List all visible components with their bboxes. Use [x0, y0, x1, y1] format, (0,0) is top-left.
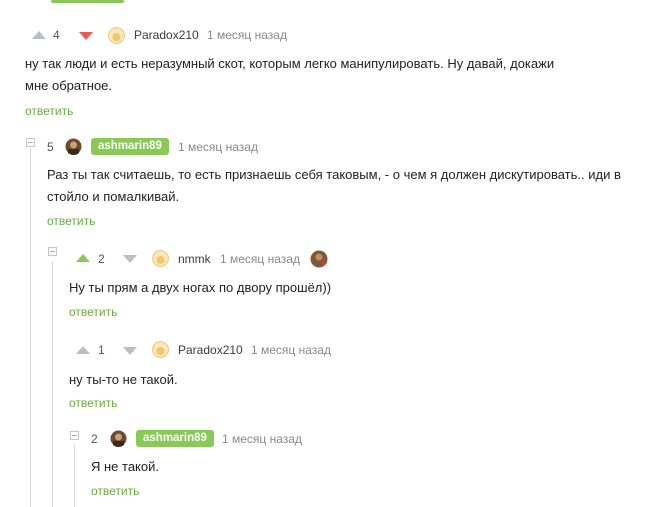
avatar[interactable] — [108, 27, 125, 44]
avatar-icon — [152, 341, 169, 358]
comment-time[interactable]: 1 месяц назад — [207, 28, 287, 42]
comment-time[interactable]: 1 месяц назад — [251, 343, 331, 357]
comment-text-line: ну ты-то не такой. — [69, 372, 178, 387]
reply-link[interactable]: ответить — [91, 484, 139, 498]
avatar-icon — [108, 27, 125, 44]
upvote-icon[interactable] — [76, 346, 90, 354]
comment-time[interactable]: 1 месяц назад — [178, 140, 258, 154]
avatar-icon — [110, 430, 127, 447]
top-accent-bar — [51, 0, 124, 3]
comment-rating: 2 — [98, 252, 105, 266]
comment-rating: 4 — [53, 28, 60, 42]
comment-username-badge[interactable]: ashmarin89 — [136, 430, 214, 447]
comment-text: Ну ты прям а двух ногах по двору прошёл)… — [69, 277, 331, 299]
upvote-icon[interactable] — [76, 254, 90, 262]
avatar-icon — [310, 250, 328, 268]
thread-line[interactable] — [30, 148, 31, 507]
reply-target-avatar[interactable] — [310, 250, 328, 268]
avatar[interactable] — [110, 430, 127, 447]
reply-link[interactable]: ответить — [69, 396, 117, 410]
avatar[interactable] — [65, 138, 82, 155]
avatar[interactable] — [152, 250, 169, 267]
comment-text-line: Раз ты так считаешь, то есть признаешь с… — [47, 167, 621, 182]
upvote-icon[interactable] — [32, 31, 46, 39]
comment-rating: 5 — [47, 140, 54, 154]
collapse-icon[interactable] — [70, 431, 79, 440]
downvote-icon[interactable] — [123, 255, 137, 263]
comment-rating: 2 — [91, 432, 98, 446]
comment-text-line: стойло и помалкивай. — [47, 189, 180, 204]
thread-line[interactable] — [52, 262, 53, 507]
comment-text: Раз ты так считаешь, то есть признаешь с… — [47, 164, 621, 208]
comment-time[interactable]: 1 месяц назад — [220, 252, 300, 266]
collapse-icon[interactable] — [26, 138, 35, 147]
comment-text-line: мне обратное. — [25, 78, 113, 93]
thread-line[interactable] — [74, 445, 75, 507]
comment-username[interactable]: Paradox210 — [134, 28, 199, 42]
comment-text-line: Я не такой. — [91, 459, 159, 474]
comment-text-line: ну так люди и есть неразумный скот, кото… — [25, 56, 555, 71]
reply-link[interactable]: ответить — [25, 104, 73, 118]
comment-username-badge[interactable]: ashmarin89 — [91, 138, 169, 155]
reply-link[interactable]: ответить — [69, 305, 117, 319]
avatar[interactable] — [152, 341, 169, 358]
reply-link[interactable]: ответить — [47, 214, 95, 228]
avatar-icon — [65, 138, 82, 155]
comment-text: ну ты-то не такой. — [69, 369, 178, 391]
comment-time[interactable]: 1 месяц назад — [222, 432, 302, 446]
comment-rating: 1 — [98, 343, 105, 357]
avatar-icon — [152, 250, 169, 267]
comment-text: Я не такой. — [91, 456, 159, 478]
comment-username[interactable]: nmmk — [178, 252, 211, 266]
downvote-icon[interactable] — [79, 32, 93, 40]
comment-username[interactable]: Paradox210 — [178, 343, 243, 357]
collapse-icon[interactable] — [48, 247, 57, 256]
downvote-icon[interactable] — [123, 347, 137, 355]
comment-text-line: Ну ты прям а двух ногах по двору прошёл)… — [69, 280, 332, 295]
comment-text: ну так люди и есть неразумный скот, кото… — [25, 53, 554, 97]
